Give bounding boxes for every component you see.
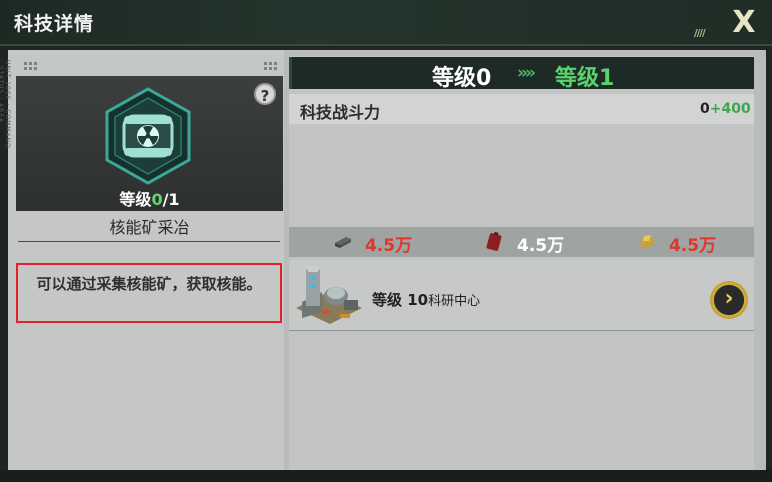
- help-button[interactable]: ?: [254, 83, 276, 105]
- power-label: 科技战斗力: [300, 103, 381, 122]
- power-base: 0: [700, 101, 710, 117]
- requirement-text: 等级 10科研中心: [372, 289, 480, 310]
- go-arrow-button[interactable]: ›: [710, 281, 748, 319]
- stripes-decoration: ////: [694, 28, 706, 39]
- power-plus: +400: [709, 101, 751, 117]
- cost-fuel-value: 4.5万: [517, 236, 565, 256]
- cost-steel-value: 4.5万: [365, 236, 413, 256]
- tech-name: 核能矿采冶: [109, 218, 190, 237]
- nuclear-tech-icon: [102, 86, 194, 186]
- close-button[interactable]: X: [727, 6, 761, 40]
- fuel-can-icon: [486, 231, 504, 251]
- side-decoration-text: UNIT 1000 · COMMAND · STATUS · AREA: [0, 60, 11, 149]
- page-title: 科技详情: [14, 13, 95, 35]
- divider: [18, 241, 280, 242]
- dots-decoration: [24, 62, 37, 70]
- divider: [289, 330, 754, 331]
- research-center-building-icon: [292, 262, 364, 328]
- tech-description: 可以通过采集核能矿，获取核能。: [16, 263, 282, 323]
- bottom-bar: [0, 470, 772, 482]
- level-prefix: 等级: [119, 190, 152, 209]
- cost-ore-value: 4.5万: [669, 236, 717, 256]
- requirement-level: 等级 10: [372, 291, 429, 309]
- level-current: 0: [151, 190, 163, 209]
- level-from: 等级0: [432, 66, 492, 91]
- power-value: 0+400: [700, 101, 751, 117]
- level-max: /1: [162, 190, 180, 209]
- level-to: 等级1: [555, 66, 615, 91]
- dots-decoration: [264, 62, 277, 70]
- tech-level: 等级0/1: [16, 186, 283, 210]
- header: 科技详情: [0, 0, 772, 46]
- level-arrow-icon: »»: [517, 63, 536, 83]
- steel-icon: [334, 233, 352, 249]
- ore-icon: [638, 233, 656, 249]
- requirement-building: 科研中心: [428, 294, 481, 309]
